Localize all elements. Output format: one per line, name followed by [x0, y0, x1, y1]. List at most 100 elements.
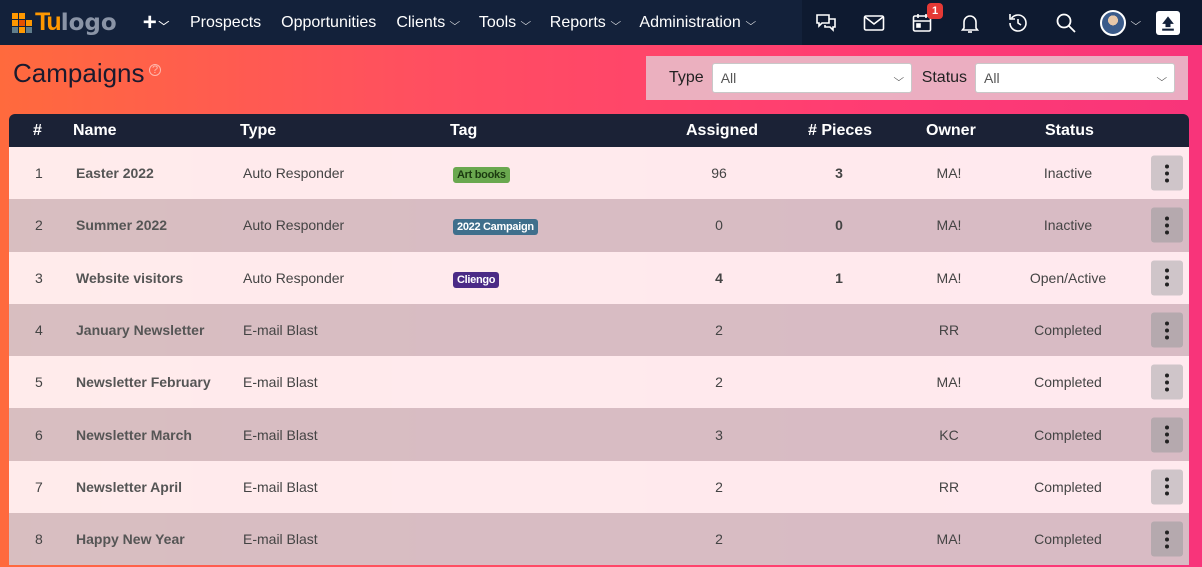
nav-item-clients[interactable]: Clients ⌵: [386, 0, 469, 45]
owner: MA!: [936, 165, 962, 182]
campaign-type: E-mail Blast: [243, 531, 318, 548]
nav-item-label: Tools: [478, 13, 517, 31]
column-header-tag[interactable]: Tag: [450, 122, 477, 140]
row-actions-menu-button[interactable]: [1151, 155, 1183, 191]
row-actions-menu-button[interactable]: [1151, 521, 1183, 557]
tag-badge[interactable]: Art books: [453, 167, 510, 184]
notification-count-badge: 1: [927, 3, 943, 19]
kebab-dot-icon: [1165, 328, 1169, 333]
tag-badge[interactable]: 2022 Campaign: [453, 219, 538, 236]
nav-item-opportunities[interactable]: Opportunities: [271, 0, 386, 45]
kebab-dot-icon: [1165, 321, 1169, 326]
campaign-name[interactable]: Website visitors: [76, 270, 183, 286]
table-row[interactable]: 8 Happy New Year E-mail Blast 2 MA! Completed: [9, 513, 1189, 566]
owner: MA!: [936, 269, 962, 286]
kebab-dot-icon: [1165, 164, 1169, 169]
campaign-name[interactable]: Summer 2022: [76, 217, 167, 233]
table-row[interactable]: 5 Newsletter February E-mail Blast 2 MA! Comp…: [9, 356, 1189, 409]
column-header-owner[interactable]: Owner: [926, 122, 976, 140]
column-header-number[interactable]: #: [33, 122, 42, 140]
kebab-dot-icon: [1165, 230, 1169, 235]
campaign-name[interactable]: Happy New Year: [76, 531, 185, 547]
assigned-count: 2: [715, 322, 723, 339]
filter-bar: Type All ⌵ Status All ⌵: [646, 56, 1188, 100]
kebab-dot-icon: [1165, 335, 1169, 340]
nav-item-tools[interactable]: Tools ⌵: [469, 0, 540, 45]
logo-text: logo: [60, 9, 117, 36]
row-actions-menu-button[interactable]: [1151, 364, 1183, 400]
kebab-dot-icon: [1165, 282, 1169, 287]
column-header-type[interactable]: Type: [240, 122, 276, 140]
user-avatar: [1100, 9, 1127, 36]
table-row[interactable]: 4 January Newsletter E-mail Blast 2 RR Comple…: [9, 303, 1189, 357]
row-number: 3: [35, 269, 43, 286]
column-header-name[interactable]: Name: [73, 122, 117, 140]
tag-badge[interactable]: Cliengo: [453, 271, 500, 288]
chat-icon[interactable]: [802, 0, 850, 45]
quick-add-button[interactable]: + ⌵: [130, 9, 180, 37]
campaign-type: E-mail Blast: [243, 478, 318, 495]
help-icon[interactable]: ?: [149, 64, 161, 76]
kebab-dot-icon: [1165, 275, 1169, 280]
nav-item-reports[interactable]: Reports ⌵: [540, 0, 630, 45]
bell-icon[interactable]: [946, 0, 994, 45]
column-header-assigned[interactable]: Assigned: [686, 122, 758, 140]
chevron-down-icon: ⌵: [520, 17, 532, 28]
table-row[interactable]: 7 Newsletter April E-mail Blast 2 RR Complete…: [9, 460, 1189, 514]
scroll-top-icon[interactable]: [1156, 10, 1180, 35]
table-row[interactable]: 3 Website visitors Auto Responder 4 1 MA! Open…: [9, 251, 1189, 304]
search-icon[interactable]: [1042, 0, 1090, 45]
history-icon[interactable]: [994, 0, 1042, 45]
row-actions-menu-button[interactable]: [1151, 260, 1183, 296]
calendar-icon[interactable]: 1: [898, 0, 946, 45]
row-actions-menu-button[interactable]: [1151, 312, 1183, 348]
nav-item-label: Clients: [396, 13, 446, 31]
campaign-name[interactable]: Easter 2022: [76, 165, 154, 181]
kebab-dot-icon: [1165, 484, 1169, 489]
nav-utilities: 1 ⌵: [802, 0, 1202, 45]
chevron-down-icon: ⌵: [1156, 72, 1168, 84]
status-filter-label: Status: [921, 69, 968, 86]
row-actions-menu-button[interactable]: [1151, 417, 1183, 453]
table-row[interactable]: 1 Easter 2022 Auto Responder 96 3 MA! Inactive…: [9, 147, 1189, 200]
chevron-down-icon: ⌵: [1130, 17, 1142, 28]
table-row[interactable]: 6 Newsletter March E-mail Blast 3 KC Complete…: [9, 408, 1189, 461]
owner: KC: [939, 426, 959, 443]
mail-icon[interactable]: [850, 0, 898, 45]
campaign-status: Completed: [1034, 322, 1102, 339]
row-number: 8: [35, 531, 43, 548]
status-filter-select[interactable]: All ⌵: [975, 63, 1176, 93]
row-actions-menu-button[interactable]: [1151, 207, 1183, 243]
campaign-name[interactable]: Newsletter March: [76, 427, 192, 443]
campaign-name[interactable]: Newsletter April: [76, 479, 182, 495]
tag-cell: 2022 Campaign: [453, 217, 538, 236]
type-filter-select[interactable]: All ⌵: [711, 63, 912, 93]
column-header-pieces[interactable]: # Pieces: [808, 122, 872, 140]
kebab-dot-icon: [1165, 223, 1169, 228]
kebab-dot-icon: [1165, 439, 1169, 444]
type-filter-label: Type: [669, 69, 704, 86]
row-actions-menu-button[interactable]: [1151, 469, 1183, 505]
kebab-dot-icon: [1165, 537, 1169, 542]
row-number: 2: [35, 217, 43, 234]
table-row[interactable]: 2 Summer 2022 Auto Responder 0 0 MA! Inactive 2…: [9, 199, 1189, 252]
campaign-name[interactable]: January Newsletter: [76, 322, 204, 338]
campaign-status: Completed: [1034, 531, 1102, 548]
pieces-count: 1: [835, 269, 843, 286]
kebab-dot-icon: [1165, 373, 1169, 378]
nav-item-label: Administration: [639, 13, 741, 31]
app-logo[interactable]: Tu logo: [0, 0, 130, 45]
user-menu[interactable]: ⌵: [1090, 9, 1150, 36]
kebab-dot-icon: [1165, 425, 1169, 430]
kebab-dot-icon: [1165, 178, 1169, 183]
campaign-type: E-mail Blast: [243, 322, 318, 339]
nav-item-administration[interactable]: Administration ⌵: [629, 0, 764, 45]
column-header-status[interactable]: Status: [1045, 122, 1094, 140]
pieces-count: 3: [835, 165, 843, 182]
kebab-dot-icon: [1165, 387, 1169, 392]
row-number: 7: [35, 478, 43, 495]
campaign-name[interactable]: Newsletter February: [76, 374, 211, 390]
assigned-count: 2: [715, 374, 723, 391]
nav-item-prospects[interactable]: Prospects: [180, 0, 271, 45]
kebab-dot-icon: [1165, 268, 1169, 273]
